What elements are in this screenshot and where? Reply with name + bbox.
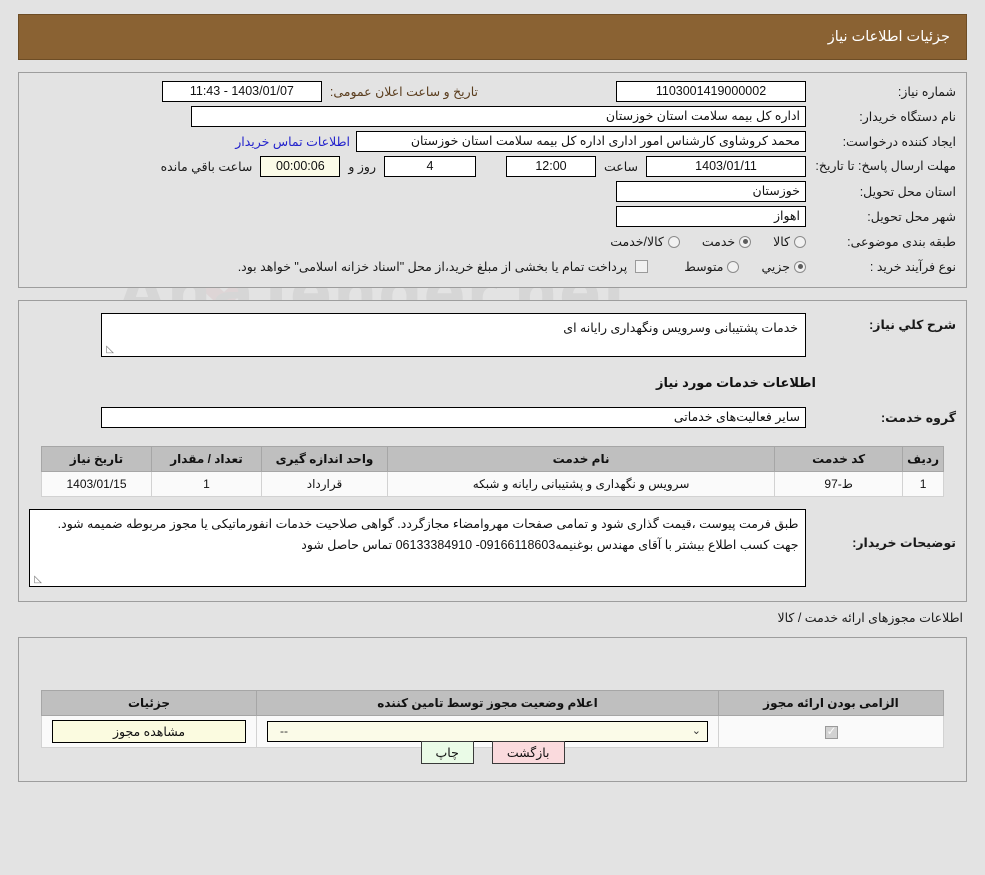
city-value: اهواز — [616, 206, 806, 227]
announce-value: 1403/01/07 - 11:43 — [161, 81, 322, 102]
license-status-select[interactable]: ⌄ -- — [267, 721, 708, 742]
back-button[interactable]: بازگشت — [491, 741, 565, 764]
announce-label: تاریخ و ساعت اعلان عمومی: — [329, 85, 478, 99]
radio-icon-motevaset[interactable] — [727, 260, 740, 273]
remaining-label: ساعت باقي مانده — [160, 160, 253, 174]
footer-actions: بازگشت چاپ — [0, 741, 985, 764]
col-qty: تعداد / مقدار — [151, 446, 262, 472]
license-required-checkbox — [824, 724, 838, 739]
print-button[interactable]: چاپ — [420, 741, 474, 764]
remaining-days-value: 4 — [383, 156, 476, 177]
row-province: استان محل تحویل: خوزستان — [19, 179, 966, 204]
resize-grip-icon[interactable]: ◺ — [32, 575, 42, 585]
licenses-table-wrap: الزامی بودن ارائه مجوز اعلام وضعیت مجوز … — [41, 690, 944, 748]
row-buyer-notes: توضیحات خریدار: طبق فرمت پیوست ،قیمت گذا… — [19, 507, 966, 589]
buyer-notes-label: توضیحات خریدار: — [852, 536, 956, 550]
service-group-value: سایر فعالیت‌های خدماتی — [101, 407, 806, 428]
resize-grip-icon[interactable]: ◺ — [104, 345, 114, 355]
cell-name: سرویس و نگهداری و پشتیبانی رایانه و شبکه — [386, 471, 776, 497]
row-creator: ایجاد کننده درخواست: محمد کروشاوی کارشنا… — [19, 129, 966, 154]
col-row: ردیف — [902, 446, 944, 472]
row-need-number: شماره نیاز: 1103001419000002 تاریخ و ساع… — [19, 79, 966, 104]
radio-icon-kala[interactable] — [794, 235, 806, 248]
col-license-status: اعلام وضعیت مجوز توسط تامین کننده — [256, 690, 719, 716]
radio-category-kala[interactable]: کالا — [773, 234, 806, 249]
radio-label-motevaset: متوسط — [684, 260, 724, 274]
need-info-panel: شماره نیاز: 1103001419000002 تاریخ و ساع… — [18, 72, 967, 288]
page-title-bar: جزئیات اطلاعات نیاز — [18, 14, 967, 60]
deadline-date-value: 1403/01/11 — [646, 156, 806, 177]
col-license-detail: جزئیات — [41, 690, 257, 716]
need-number-value: 1103001419000002 — [616, 81, 806, 102]
hour-label: ساعت — [603, 160, 638, 174]
services-section-title: اطلاعات خدمات مورد نیاز — [655, 375, 816, 390]
buyer-notes-text: طبق فرمت پیوست ،قیمت گذاری شود و تمامی ص… — [57, 517, 799, 552]
row-service-group: گروه خدمت: سایر فعالیت‌های خدماتی — [19, 405, 966, 430]
province-label: استان محل تحویل: — [859, 185, 956, 199]
days-label: روز و — [348, 160, 376, 174]
need-number-label: شماره نیاز: — [897, 85, 956, 99]
cell-row: 1 — [902, 471, 944, 497]
table-row: 1 ط-97 سرویس و نگهداری و پشتیبانی رایانه… — [41, 471, 944, 497]
radio-process-motevaset[interactable]: متوسط — [684, 259, 740, 274]
col-code: کد خدمت — [774, 446, 904, 472]
items-table-header-row: ردیف کد خدمت نام خدمت واحد اندازه گیری ت… — [41, 446, 944, 472]
row-summary: شرح کلي نياز: خدمات پشتیبانی وسرویس ونگه… — [19, 311, 966, 359]
items-table-wrap: ردیف کد خدمت نام خدمت واحد اندازه گیری ت… — [41, 446, 944, 497]
summary-value: خدمات پشتیبانی وسرویس ونگهداری رایانه ای — [563, 321, 798, 335]
buyer-notes-textarea[interactable]: طبق فرمت پیوست ،قیمت گذاری شود و تمامی ص… — [29, 509, 807, 587]
row-city: شهر محل تحویل: اهواز — [19, 204, 966, 229]
summary-textarea[interactable]: خدمات پشتیبانی وسرویس ونگهداری رایانه ای… — [101, 313, 806, 357]
countdown-value: 00:00:06 — [260, 156, 341, 177]
col-name: نام خدمت — [386, 446, 776, 472]
buyer-org-value: اداره کل بیمه سلامت استان خوزستان — [191, 106, 806, 127]
radio-category-khedmat[interactable]: خدمت — [701, 234, 752, 249]
category-label: طبقه بندی موضوعی: — [847, 235, 956, 249]
page-title: جزئیات اطلاعات نیاز — [827, 29, 950, 45]
row-deadline: مهلت ارسال پاسخ: تا تاریخ: 1403/01/11 سا… — [19, 154, 966, 179]
col-date: تاریخ نیاز — [41, 446, 152, 472]
cell-date: 1403/01/15 — [41, 471, 152, 497]
radio-label-kala: کالا — [773, 235, 790, 249]
row-process: نوع فرآیند خرید : جزیي متوسط پرداخت تمام… — [19, 254, 966, 279]
buyer-org-label: نام دستگاه خریدار: — [859, 110, 956, 124]
creator-value: محمد کروشاوی کارشناس امور اداری اداره کل… — [356, 131, 806, 152]
province-value: خوزستان — [616, 181, 806, 202]
licenses-caption: اطلاعات مجوزهای ارائه خدمت / کالا — [777, 611, 963, 625]
col-license-required: الزامی بودن ارائه مجوز — [718, 690, 944, 716]
radio-label-khedmat: خدمت — [701, 235, 736, 249]
city-label: شهر محل تحویل: — [867, 210, 956, 224]
radio-process-jozi[interactable]: جزیي — [761, 259, 806, 274]
deadline-label: مهلت ارسال پاسخ: تا تاریخ: — [815, 158, 956, 173]
items-table: ردیف کد خدمت نام خدمت واحد اندازه گیری ت… — [41, 446, 944, 497]
need-detail-panel: شرح کلي نياز: خدمات پشتیبانی وسرویس ونگه… — [18, 300, 967, 602]
cell-unit: قرارداد — [261, 471, 388, 497]
deadline-time-value: 12:00 — [505, 156, 596, 177]
process-label: نوع فرآیند خرید : — [869, 260, 956, 274]
licenses-header-row: الزامی بودن ارائه مجوز اعلام وضعیت مجوز … — [41, 690, 944, 716]
summary-label: شرح کلي نياز: — [869, 318, 956, 332]
buyer-contact-link[interactable]: اطلاعات تماس خریدار — [229, 134, 356, 149]
col-unit: واحد اندازه گیری — [261, 446, 388, 472]
cell-qty: 1 — [151, 471, 262, 497]
page-root: AnaTender.net جزئیات اطلاعات نیاز شماره … — [0, 14, 985, 875]
radio-icon-jozi[interactable] — [794, 260, 806, 273]
license-status-value: -- — [280, 724, 288, 738]
licenses-table: الزامی بودن ارائه مجوز اعلام وضعیت مجوز … — [41, 690, 944, 748]
row-category: طبقه بندی موضوعی: کالا خدمت کالا/خدمت — [19, 229, 966, 254]
treasury-note: پرداخت تمام یا بخشی از مبلغ خرید،از محل … — [237, 260, 628, 274]
creator-label: ایجاد کننده درخواست: — [842, 135, 956, 149]
row-buyer-org: نام دستگاه خریدار: اداره کل بیمه سلامت ا… — [19, 104, 966, 129]
radio-label-kala-khedmat: کالا/خدمت — [610, 235, 664, 249]
service-group-label: گروه خدمت: — [880, 411, 956, 425]
radio-category-kala-khedmat[interactable]: کالا/خدمت — [610, 234, 680, 249]
radio-icon-khedmat[interactable] — [739, 235, 752, 248]
chevron-down-icon: ⌄ — [691, 725, 701, 737]
treasury-checkbox[interactable] — [635, 260, 649, 273]
view-license-button[interactable]: مشاهده مجوز — [52, 720, 246, 743]
cell-code: ط-97 — [774, 471, 904, 497]
radio-icon-kala-khedmat[interactable] — [667, 235, 680, 248]
radio-label-jozi: جزیي — [761, 260, 790, 274]
